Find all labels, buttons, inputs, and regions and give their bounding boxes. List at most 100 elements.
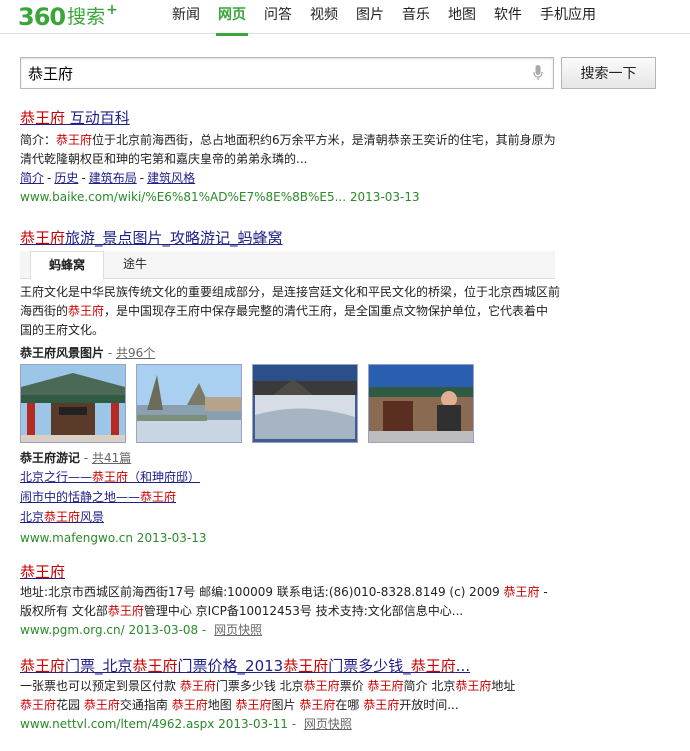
nav-tabs: 新闻 网页 问答 视频 图片 音乐 地图 软件 手机应用 (172, 0, 614, 36)
logo[interactable]: 360 搜索 + (18, 2, 118, 30)
abstract-text: 地址:北京市西城区前海西街17号 邮编:100009 联系电话:(86)010-… (20, 585, 504, 599)
nav-software[interactable]: 软件 (494, 0, 522, 33)
title-text: 门票_北京 (65, 657, 133, 675)
result-1-abstract: 简介：恭王府位于北京前海西街，总占地面积约6万余平方米，是清朝恭亲王奕䜣的住宅，… (20, 131, 560, 169)
notes-count: - 共41篇 (80, 451, 132, 465)
sitelink-style[interactable]: 建筑风格 (147, 171, 195, 185)
note-text: （和珅府邸） (128, 470, 201, 484)
thumbnail-1[interactable] (20, 364, 126, 443)
photos-count: - 共96个 (104, 346, 156, 360)
result-1: 恭王府 互动百科 简介：恭王府位于北京前海西街，总占地面积约6万余平方米，是清朝… (20, 108, 560, 206)
highlight: 恭王府 (503, 585, 540, 599)
result-4-title[interactable]: 恭王府门票_北京恭王府门票价格_2013恭王府门票多少钱_恭王府... (20, 656, 470, 676)
title-rest: 旅游_景点图片_攻略游记_蚂蜂窝 (65, 229, 283, 247)
highlight: 恭王府 (363, 698, 400, 712)
nav-qa[interactable]: 问答 (264, 0, 292, 33)
separator: - (139, 171, 145, 185)
abstract-text: 图片 (271, 698, 300, 712)
result-2-abstract: 王府文化是中华民族传统文化的重要组成部分，是连接宫廷文化和平民文化的桥梁，位于北… (20, 283, 560, 340)
search-button[interactable]: 搜索一下 (561, 57, 656, 89)
separator: - (81, 171, 86, 185)
highlight: 恭王府 (92, 470, 129, 484)
result-3: 恭王府 地址:北京市西城区前海西街17号 邮编:100009 联系电话:(86)… (20, 562, 560, 639)
source-tabs: 蚂蜂窝 途牛 (20, 251, 555, 280)
sitelink-history[interactable]: 历史 (54, 171, 78, 185)
result-3-url: www.pgm.org.cn/ 2013-03-08 (20, 623, 199, 637)
thumbnail-image (21, 365, 125, 442)
nav-images[interactable]: 图片 (356, 0, 384, 33)
nav-video[interactable]: 视频 (310, 0, 338, 33)
note-link-2[interactable]: 闹市中的恬静之地——恭王府 (20, 487, 560, 507)
abstract-text: - (539, 585, 548, 599)
result-2-title[interactable]: 恭王府旅游_景点图片_攻略游记_蚂蜂窝 (20, 228, 283, 248)
nav-web[interactable]: 网页 (216, 0, 248, 36)
result-4: 恭王府门票_北京恭王府门票价格_2013恭王府门票多少钱_恭王府... 一张票也… (20, 656, 560, 733)
nav-music[interactable]: 音乐 (402, 0, 430, 33)
abstract-prefix: 简介： (20, 133, 57, 147)
abstract-text: 版权所有 文化部 (20, 604, 108, 618)
highlight: 恭王府 (303, 679, 340, 693)
sitelink-intro[interactable]: 简介 (20, 171, 44, 185)
microphone-icon[interactable] (533, 65, 543, 81)
result-4-abstract: 一张票也可以预定到景区付款 恭王府门票多少钱 北京恭王府票价 恭王府简介 北京恭… (20, 677, 560, 715)
abstract-text: 票价 (339, 679, 368, 693)
note-text: 风景 (80, 510, 105, 524)
result-1-title[interactable]: 恭王府 互动百科 (20, 108, 130, 128)
cache-link[interactable]: 网页快照 (214, 623, 262, 637)
highlight: 恭王府 (20, 563, 66, 581)
highlight: 恭王府 (283, 657, 329, 675)
note-text: 闹市中的恬静之地—— (20, 490, 141, 504)
tab-mafengwo[interactable]: 蚂蜂窝 (30, 251, 104, 280)
abstract-text: 开放时间... (399, 698, 459, 712)
abstract-text: 简介 北京 (403, 679, 456, 693)
nav-apps[interactable]: 手机应用 (540, 0, 596, 33)
highlight: 恭王府 (179, 679, 216, 693)
result-1-url: www.baike.com/wiki/%E6%81%AD%E7%8E%8B%E5… (20, 190, 420, 204)
photo-thumbnails (20, 364, 560, 443)
nav-news[interactable]: 新闻 (172, 0, 200, 33)
cache-link[interactable]: 网页快照 (304, 717, 352, 731)
result-3-url-line: www.pgm.org.cn/ 2013-03-08 - 网页快照 (20, 623, 263, 637)
abstract-text: 交通指南 (119, 698, 172, 712)
thumbnail-3[interactable] (252, 364, 358, 443)
highlight: 恭王府 (455, 679, 492, 693)
highlight: 恭王府 (171, 698, 208, 712)
highlight: 恭王府 (56, 133, 93, 147)
result-4-url-line: www.nettvl.com/ltem/4962.aspx 2013-03-11… (20, 717, 352, 731)
result-3-title[interactable]: 恭王府 (20, 562, 65, 582)
highlight: 恭王府 (20, 698, 57, 712)
tab-tuniu[interactable]: 途牛 (110, 251, 160, 278)
note-link-1[interactable]: 北京之行——恭王府（和珅府邸） (20, 467, 560, 487)
notes-count-link[interactable]: 共41篇 (92, 451, 131, 465)
abstract-text: 地址 (491, 679, 516, 693)
photos-heading: 恭王府风景图片 - 共96个 (20, 344, 560, 362)
nav-maps[interactable]: 地图 (448, 0, 476, 33)
abstract-text: 一张票也可以预定到景区付款 (20, 679, 180, 693)
result-1-sitelinks: 简介 - 历史 - 建筑布局 - 建筑风格 (20, 169, 560, 188)
sitelink-layout[interactable]: 建筑布局 (89, 171, 137, 185)
thumbnail-4[interactable] (368, 364, 474, 443)
highlight: 恭王府 (20, 229, 66, 247)
highlight: 恭王府 (107, 604, 144, 618)
abstract-text: 管理中心 京ICP备10012453号 技术支持:文化部信息中心... (143, 604, 464, 618)
note-text: 北京之行—— (20, 470, 93, 484)
title-text: 门票价格_2013 (177, 657, 284, 675)
top-bar: 360 搜索 + 新闻 网页 问答 视频 图片 音乐 地图 软件 手机应用 (0, 0, 690, 36)
title-text: ... (455, 657, 471, 675)
highlight: 恭王府 (20, 109, 66, 127)
thumbnail-image (253, 365, 357, 442)
search-input[interactable] (28, 61, 518, 85)
note-text: 北京 (20, 510, 45, 524)
photos-label: 恭王府风景图片 (20, 346, 105, 360)
thumbnail-2[interactable] (136, 364, 242, 443)
highlight: 恭王府 (68, 304, 105, 318)
note-link-3[interactable]: 北京恭王府风景 (20, 507, 560, 527)
abstract-text: 地图 (207, 698, 236, 712)
photos-count-link[interactable]: 共96个 (116, 346, 155, 360)
travel-notes: 北京之行——恭王府（和珅府邸） 闹市中的恬静之地——恭王府 北京恭王府风景 (20, 467, 560, 527)
logo-number: 360 (18, 3, 66, 31)
separator: - (47, 171, 52, 185)
result-2-url: www.mafengwo.cn 2013-03-13 (20, 531, 207, 545)
logo-text: 搜索 (67, 6, 106, 28)
title-text: 门票多少钱_ (328, 657, 411, 675)
